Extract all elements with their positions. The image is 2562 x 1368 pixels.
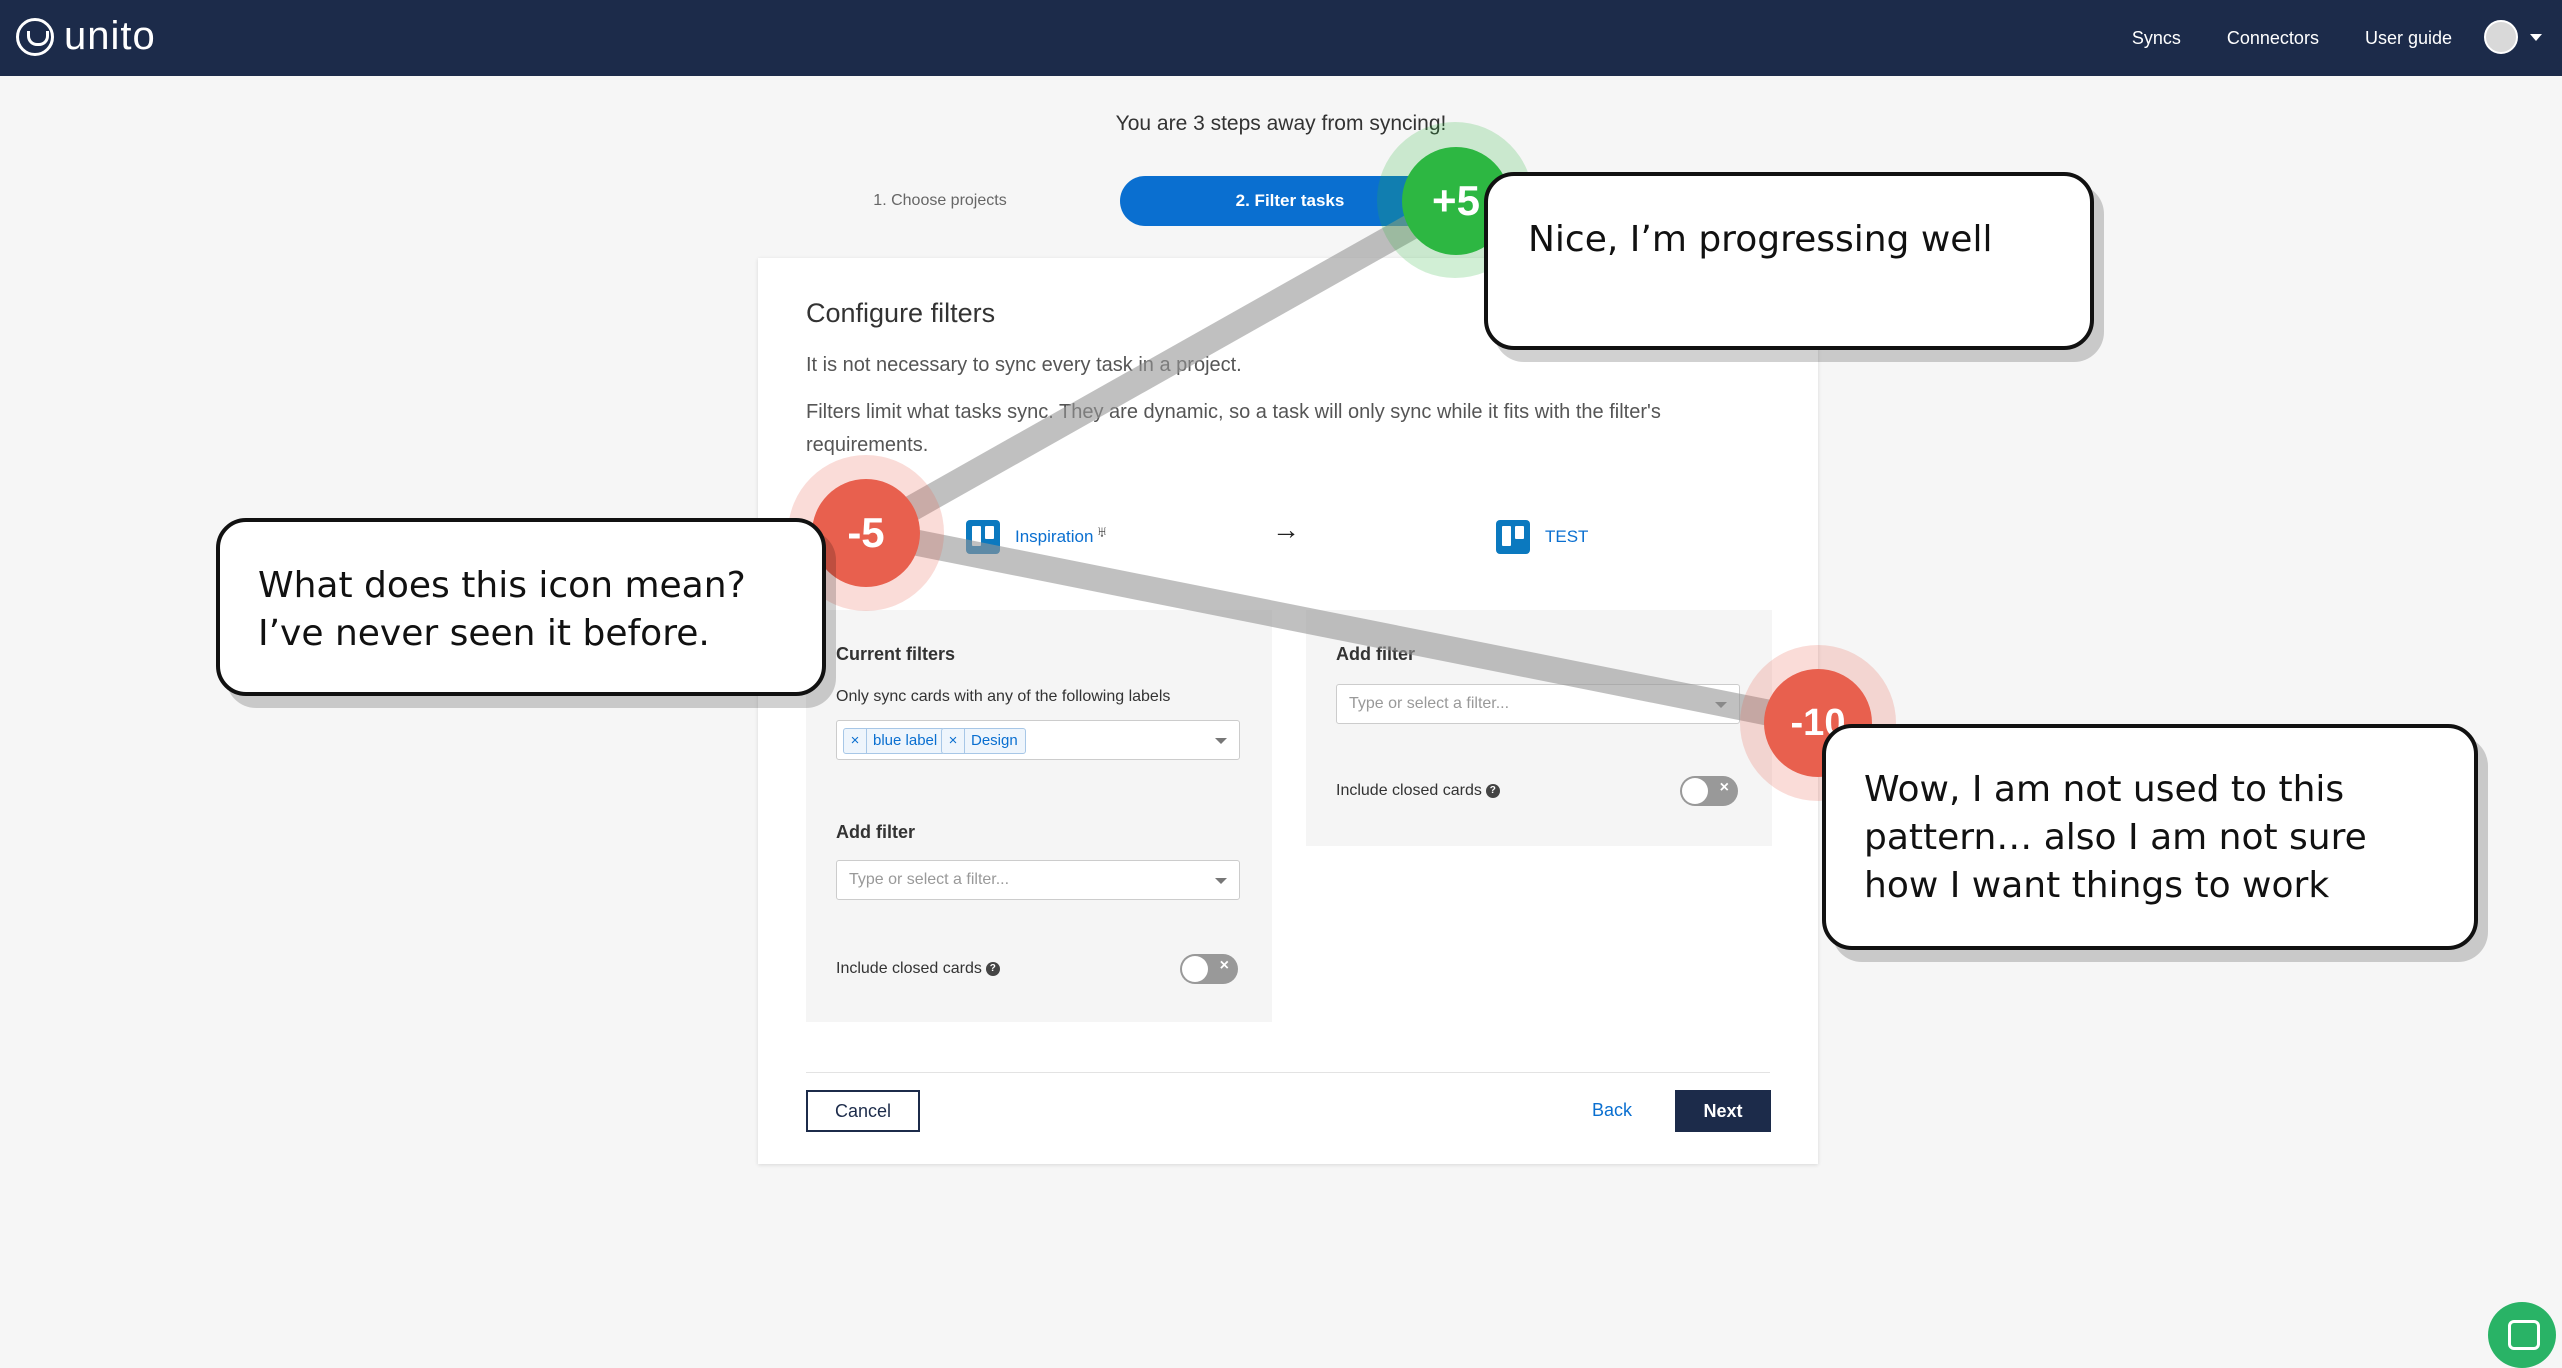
include-closed-text: Include closed cards <box>1336 782 1482 799</box>
help-icon[interactable]: ? <box>1485 783 1500 798</box>
bubble-text: Nice, I’m progressing well <box>1528 219 1993 260</box>
left-filter-panel: Current filters Only sync cards with any… <box>806 610 1272 1022</box>
intro-text: It is not necessary to sync every task i… <box>806 354 1242 376</box>
project-link-test[interactable]: TEST <box>1545 527 1588 547</box>
page-title: Configure filters <box>806 298 996 328</box>
close-icon: × <box>1719 779 1729 796</box>
nav-link-syncs[interactable]: Syncs <box>2132 28 2181 49</box>
tag-label: Design <box>971 732 1018 749</box>
add-filter-heading: Add filter <box>1336 644 1415 664</box>
help-icon[interactable]: ? <box>985 961 1000 976</box>
steps-title: You are 3 steps away from syncing! <box>1115 112 1447 135</box>
close-icon: × <box>1219 957 1229 974</box>
nav-link-connectors[interactable]: Connectors <box>2227 28 2319 49</box>
include-closed-label: Include closed cards? <box>1336 782 1500 800</box>
footer-divider <box>806 1072 1770 1073</box>
arrow-right-icon: → <box>1272 514 1300 545</box>
avatar-icon[interactable] <box>2484 20 2518 54</box>
add-filter-select[interactable]: Type or select a filter... <box>836 860 1240 900</box>
chevron-down-icon[interactable] <box>2530 34 2542 41</box>
chevron-down-icon[interactable] <box>1715 702 1727 708</box>
cancel-button[interactable]: Cancel <box>806 1090 920 1132</box>
bubble-text-line: how I want things to work <box>1864 865 2330 906</box>
unknown-glyph-icon[interactable]: ♅ <box>1096 524 1108 542</box>
logo[interactable]: unito <box>16 14 156 59</box>
top-nav: unito Syncs Connectors User guide <box>0 0 2562 76</box>
nav-link-user-guide[interactable]: User guide <box>2365 28 2452 49</box>
close-icon[interactable]: × <box>844 729 867 753</box>
include-closed-label: Include closed cards? <box>836 960 1000 978</box>
next-button[interactable]: Next <box>1675 1090 1771 1132</box>
back-button[interactable]: Back <box>1592 1100 1632 1121</box>
tag-label: blue label <box>873 732 938 749</box>
speech-bubble-top: Nice, I’m progressing well <box>1484 172 2094 350</box>
include-closed-toggle[interactable]: × <box>1180 954 1238 984</box>
chevron-down-icon[interactable] <box>1215 878 1227 884</box>
close-icon[interactable]: × <box>942 729 965 753</box>
label-filter-select[interactable]: × blue label × Design <box>836 720 1240 760</box>
chat-icon[interactable] <box>2488 1302 2556 1368</box>
toggle-knob <box>1182 956 1208 982</box>
tag-design[interactable]: × Design <box>941 728 1026 754</box>
trello-board-icon <box>1496 520 1530 554</box>
score-badge-minus5: -5 <box>812 479 920 587</box>
description-text: Filters limit what tasks sync. They are … <box>806 401 1661 456</box>
add-filter-heading: Add filter <box>836 822 915 842</box>
chevron-down-icon[interactable] <box>1215 738 1227 744</box>
nav-links: Syncs Connectors User guide <box>2132 0 2452 76</box>
current-filters-heading: Current filters <box>836 644 956 664</box>
tag-blue-label[interactable]: × blue label <box>843 728 946 754</box>
speech-bubble-right: Wow, I am not used to this pattern… also… <box>1822 724 2478 950</box>
include-closed-toggle[interactable]: × <box>1680 776 1738 806</box>
step-choose-projects[interactable]: 1. Choose projects <box>820 176 1060 226</box>
bubble-text-line: pattern… also I am not sure <box>1864 817 2367 858</box>
bubble-text-line: I’ve never seen it before. <box>258 613 710 654</box>
add-filter-select[interactable]: Type or select a filter... <box>1336 684 1740 724</box>
configure-filters-card: Configure filters It is not necessary to… <box>758 258 1818 1164</box>
include-closed-text: Include closed cards <box>836 960 982 977</box>
right-filter-panel: Add filter Type or select a filter... In… <box>1306 610 1772 846</box>
project-link-inspiration[interactable]: Inspiration <box>1015 527 1093 547</box>
bubble-text-line: Wow, I am not used to this <box>1864 769 2345 810</box>
logo-text: unito <box>64 14 156 58</box>
toggle-knob <box>1682 778 1708 804</box>
trello-board-icon <box>966 520 1000 554</box>
filter-rule-label: Only sync cards with any of the followin… <box>836 688 1171 705</box>
unito-logo-icon <box>16 17 54 56</box>
speech-bubble-left: What does this icon mean? I’ve never see… <box>216 518 826 696</box>
bubble-text-line: What does this icon mean? <box>258 565 746 606</box>
filter-placeholder: Type or select a filter... <box>1349 695 1510 712</box>
filter-placeholder: Type or select a filter... <box>849 871 1010 888</box>
